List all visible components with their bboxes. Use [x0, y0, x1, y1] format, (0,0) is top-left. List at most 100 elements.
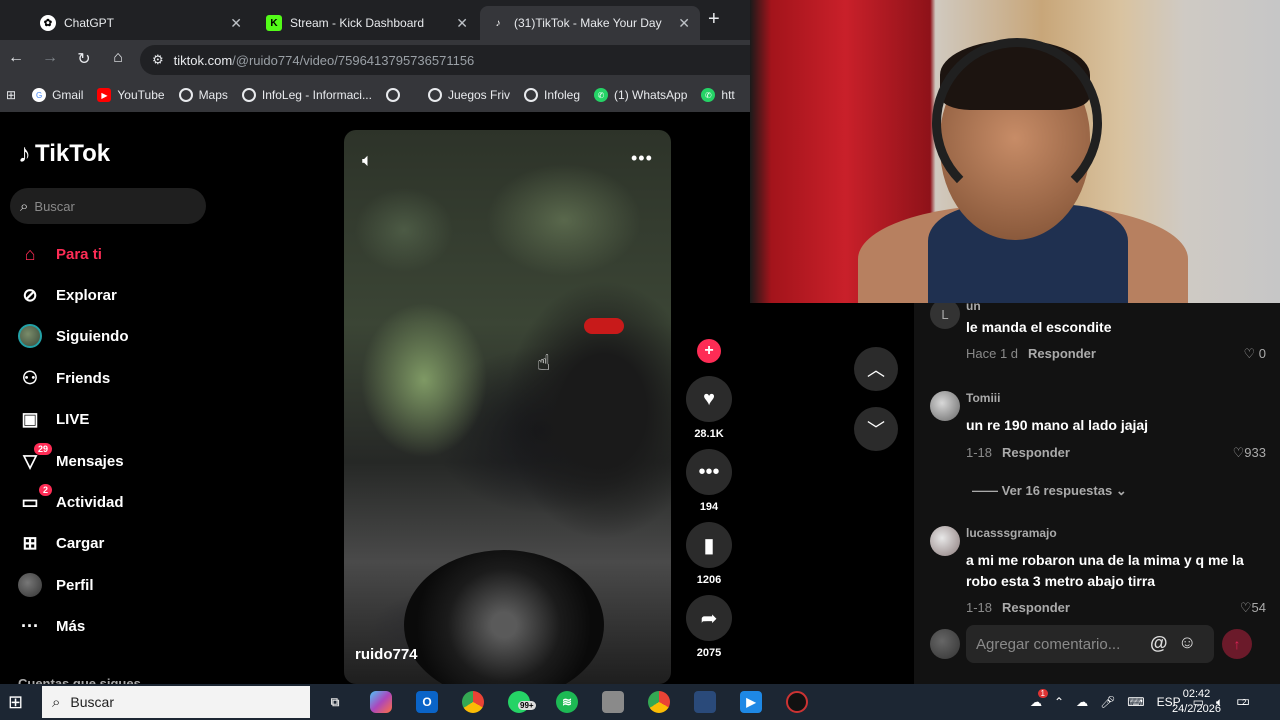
- share-action[interactable]: ➦ 2075: [686, 595, 732, 659]
- nav-mensajes[interactable]: ▽ 29 Mensajes: [18, 443, 124, 473]
- app-icon[interactable]: [602, 691, 624, 713]
- taskbar-clock[interactable]: 02:42 24/2/2026: [1172, 687, 1221, 717]
- volume-icon[interactable]: 🔈︎: [362, 150, 373, 171]
- more-options-icon[interactable]: •••: [631, 148, 653, 169]
- comment-likes[interactable]: ♡ 0: [1243, 346, 1266, 362]
- like-count: 28.1K: [694, 428, 724, 440]
- reply-button[interactable]: Responder: [1002, 445, 1070, 460]
- save-action[interactable]: ▮ 1206: [686, 522, 732, 586]
- forward-icon[interactable]: →: [40, 49, 60, 67]
- view-replies-button[interactable]: —— Ver 16 respuestas ⌄: [972, 483, 1127, 499]
- video-frame-wheel: [404, 550, 604, 684]
- chrome-icon[interactable]: [462, 691, 484, 713]
- comment-time: 1-18: [966, 600, 993, 615]
- new-tab-button[interactable]: +: [708, 8, 720, 31]
- apps-grid-icon[interactable]: ⊞: [6, 88, 16, 102]
- bookmark-gmail[interactable]: G Gmail: [32, 88, 83, 102]
- outlook-icon[interactable]: O: [416, 691, 438, 713]
- comment-avatar[interactable]: [930, 526, 960, 556]
- like-action[interactable]: ♥ 28.1K: [686, 376, 732, 440]
- whatsapp-icon[interactable]: 99+: [508, 691, 536, 713]
- following-avatar: [18, 324, 42, 348]
- weather-icon[interactable]: ☁ 1: [1030, 689, 1048, 709]
- video-author[interactable]: ruido774: [355, 646, 418, 663]
- obs-icon[interactable]: [786, 691, 808, 713]
- kick-icon: K: [266, 15, 282, 31]
- mention-icon[interactable]: @: [1150, 633, 1168, 654]
- address-bar[interactable]: ⚙ tiktok.com /@ruido774/video/7596413795…: [140, 45, 750, 75]
- tab-kick[interactable]: K Stream - Kick Dashboard ✕: [256, 6, 478, 40]
- emoji-icon[interactable]: ☺: [1178, 632, 1196, 653]
- comment-placeholder: Agregar comentario...: [976, 635, 1121, 653]
- back-icon[interactable]: ←: [6, 49, 26, 67]
- nav-perfil[interactable]: Perfil: [18, 573, 94, 597]
- app-icon[interactable]: [694, 691, 716, 713]
- nav-siguiendo[interactable]: Siguiendo: [18, 324, 129, 348]
- next-video-button[interactable]: ﹀: [854, 407, 898, 451]
- nav-label: Para ti: [56, 245, 102, 263]
- bookmark-infoleg-2[interactable]: Infoleg: [524, 88, 580, 102]
- previous-video-button[interactable]: ︿: [854, 347, 898, 391]
- chrome-active-icon[interactable]: [648, 691, 670, 713]
- comment-avatar[interactable]: L: [930, 303, 960, 329]
- site-settings-icon[interactable]: ⚙: [152, 52, 164, 68]
- nav-actividad[interactable]: ▭ 2 Actividad: [18, 484, 124, 514]
- video-player[interactable]: 🔈︎ ••• ☝︎ ruido774: [344, 130, 671, 684]
- follow-button[interactable]: +: [697, 339, 721, 363]
- comment-action[interactable]: ••• 194: [686, 449, 732, 513]
- bookmark-unnamed[interactable]: [385, 88, 406, 102]
- notification-center-icon[interactable]: ▭ 2: [1236, 692, 1250, 710]
- bookmark-icon[interactable]: ▮: [686, 522, 732, 568]
- app-icon[interactable]: ▶: [740, 691, 762, 713]
- comment-icon[interactable]: •••: [686, 449, 732, 495]
- windows-start-icon[interactable]: ⊞: [8, 692, 23, 713]
- close-tab-icon[interactable]: ✕: [230, 15, 242, 32]
- reply-button[interactable]: Responder: [1028, 346, 1096, 361]
- chevron-up-icon[interactable]: ⌃: [1054, 695, 1064, 709]
- nav-explorar[interactable]: ⊘ Explorar: [18, 283, 116, 307]
- tab-tiktok[interactable]: ♪ (31)TikTok - Make Your Day ✕: [480, 6, 700, 40]
- copilot-icon[interactable]: [370, 691, 392, 713]
- bookmark-infoleg[interactable]: InfoLeg - Informaci...: [241, 88, 372, 102]
- comment-likes[interactable]: ♡933: [1233, 445, 1266, 461]
- close-tab-icon[interactable]: ✕: [678, 15, 690, 32]
- keyboard-icon[interactable]: ⌨: [1127, 695, 1144, 709]
- heart-icon[interactable]: ♥: [686, 376, 732, 422]
- webcam-overlay: [750, 0, 1280, 303]
- share-icon[interactable]: ➦: [686, 595, 732, 641]
- nav-friends[interactable]: ⚇ Friends: [18, 366, 110, 390]
- globe-icon: [241, 88, 256, 102]
- microphone-icon[interactable]: 🎤︎: [1100, 695, 1115, 709]
- close-tab-icon[interactable]: ✕: [456, 15, 468, 32]
- send-comment-button[interactable]: ↑: [1222, 629, 1252, 659]
- like-count: 54: [1251, 600, 1266, 615]
- bookmark-youtube[interactable]: ▶ YouTube: [97, 88, 165, 102]
- comment-avatar[interactable]: [930, 391, 960, 421]
- task-view-icon[interactable]: ⧉: [324, 691, 346, 713]
- nav-live[interactable]: ▣ LIVE: [18, 407, 89, 431]
- comment-user[interactable]: un: [966, 303, 981, 313]
- nav-cargar[interactable]: ⊞ Cargar: [18, 531, 104, 555]
- tiktok-logo[interactable]: ♪ TikTok: [18, 138, 110, 169]
- cloud-sync-icon[interactable]: ☁: [1076, 695, 1088, 709]
- reply-button[interactable]: Responder: [1002, 600, 1070, 615]
- bookmark-http[interactable]: ✆ htt: [701, 88, 735, 102]
- nav-label: Más: [56, 617, 86, 635]
- bookmark-juegos-friv[interactable]: Juegos Friv: [427, 88, 510, 102]
- taskbar-search-input[interactable]: ⌕ Buscar: [42, 686, 310, 718]
- nav-para-ti[interactable]: ⌂ Para ti: [18, 242, 102, 266]
- comment-user[interactable]: lucasssgramajo: [966, 526, 1057, 540]
- tab-chatgpt[interactable]: ✿ ChatGPT ✕: [30, 6, 252, 40]
- bookmark-maps[interactable]: Maps: [178, 88, 228, 102]
- nav-label: Mensajes: [56, 452, 124, 470]
- bookmark-whatsapp[interactable]: ✆ (1) WhatsApp: [594, 88, 687, 102]
- comment-input[interactable]: Agregar comentario...: [966, 625, 1214, 663]
- spotify-icon[interactable]: ≋: [556, 691, 578, 713]
- comment-likes[interactable]: ♡54: [1240, 600, 1266, 616]
- reload-icon[interactable]: ↻: [74, 49, 94, 69]
- search-input[interactable]: ⌕ Buscar: [10, 188, 206, 224]
- home-icon[interactable]: ⌂: [108, 49, 128, 67]
- nav-mas[interactable]: ··· Más: [18, 614, 85, 638]
- comment-user[interactable]: Tomiii: [966, 391, 1000, 405]
- comment-input-bar: Agregar comentario... @ ☺ ↑: [914, 622, 1280, 666]
